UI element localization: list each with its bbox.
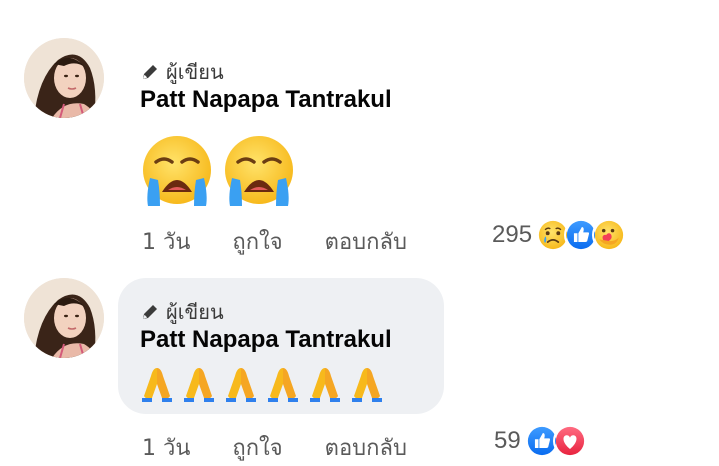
like-button[interactable]: ถูกใจ [232,430,282,465]
reaction-summary[interactable]: 295 [492,218,627,252]
comment-actions: 1 วัน ถูกใจ ตอบกลับ [142,224,407,259]
comment-author-name[interactable]: Patt Napapa Tantrakul [140,86,392,114]
author-badge-label: ผู้เขียน [166,300,224,324]
comment-timestamp[interactable]: 1 วัน [142,224,190,259]
loudly-crying-face-icon [220,134,298,208]
avatar-photo-icon [24,278,104,358]
care-reaction-icon [592,218,627,252]
comment-2: ผู้เขียน Patt Napapa Tantrakul 1 วัน ถูก… [0,260,719,466]
reply-button[interactable]: ตอบกลับ [325,224,407,259]
pencil-icon [140,302,160,322]
author-badge-label: ผู้เขียน [166,60,224,84]
comment-timestamp[interactable]: 1 วัน [142,430,190,465]
pencil-icon [140,62,160,82]
avatar-photo-icon [24,38,104,118]
comment-actions: 1 วัน ถูกใจ ตอบกลับ [142,430,407,465]
love-reaction-icon [552,424,587,458]
author-badge: ผู้เขียน [140,56,224,88]
like-button[interactable]: ถูกใจ [232,224,282,259]
reaction-count: 59 [494,427,521,454]
folded-hands-icon [264,364,302,402]
folded-hands-icon [222,364,260,402]
comment-author-name[interactable]: Patt Napapa Tantrakul [140,326,392,354]
folded-hands-icon [180,364,218,402]
loudly-crying-face-icon [138,134,216,208]
author-badge: ผู้เขียน [140,296,224,328]
folded-hands-icon [348,364,386,402]
folded-hands-icon [306,364,344,402]
comment-body [138,134,298,208]
comment-1: ผู้เขียน Patt Napapa Tantrakul 1 วัน ถูก… [0,0,719,260]
comment-body [138,364,386,402]
reply-button[interactable]: ตอบกลับ [325,430,407,465]
reaction-count: 295 [492,221,533,248]
avatar[interactable] [24,278,104,358]
avatar[interactable] [24,38,104,118]
reaction-summary[interactable]: 59 [494,424,587,458]
folded-hands-icon [138,364,176,402]
